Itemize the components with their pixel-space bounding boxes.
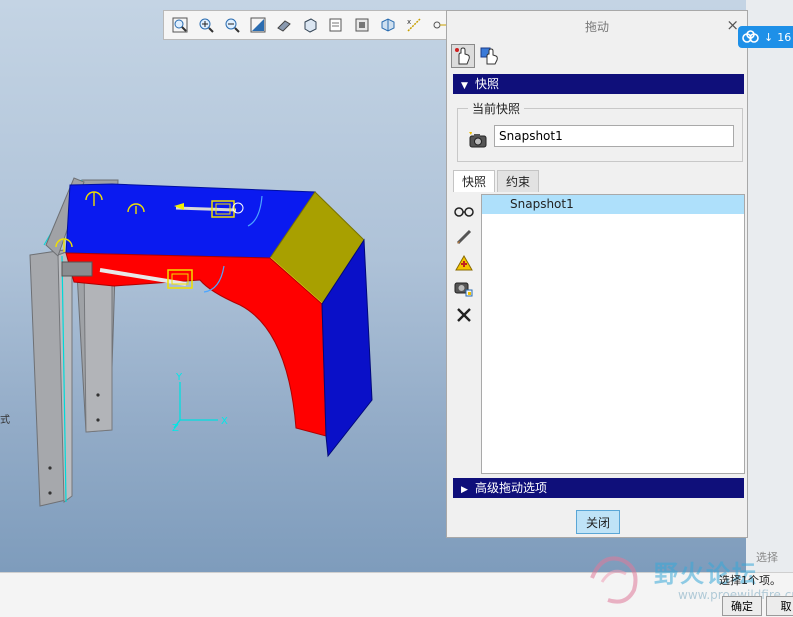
watermark-logo-icon [590, 556, 638, 604]
body-drag-icon[interactable] [477, 44, 501, 68]
status-message: 选择1个项。 [719, 574, 781, 587]
axis-x-label: X [221, 416, 228, 427]
cloud-badge[interactable]: ↓ 16 [738, 26, 793, 48]
dialog-title: 拖动 [584, 20, 609, 34]
cloud-icon [742, 30, 759, 43]
datum-display-icon[interactable]: x [402, 13, 426, 37]
view-toolbar: x [163, 10, 453, 40]
zoom-out-icon[interactable] [220, 13, 244, 37]
svg-text:x: x [407, 18, 411, 26]
snapshot-tools [453, 198, 477, 328]
view-snapshot-icon[interactable] [453, 198, 475, 224]
zoom-in-icon[interactable] [194, 13, 218, 37]
refit-icon[interactable] [168, 13, 192, 37]
snapshots-section-header[interactable]: ▼ 快照 [453, 74, 744, 94]
snapshot-name-input[interactable] [494, 125, 734, 147]
ok-button[interactable]: 确定 [722, 596, 762, 616]
dialog-tabs: 快照 约束 [453, 170, 541, 192]
tab-constraints[interactable]: 约束 [497, 170, 540, 192]
camera-icon[interactable] [453, 276, 475, 302]
badge-arrow-icon: ↓ [764, 30, 774, 44]
axis-z-label: Z [172, 423, 179, 434]
close-button[interactable]: 关闭 [576, 510, 620, 534]
warning-icon[interactable] [453, 250, 475, 276]
edit-snapshot-icon[interactable] [453, 224, 475, 250]
cancel-button[interactable]: 取 [766, 596, 793, 616]
list-item[interactable]: Snapshot1 [482, 195, 744, 214]
saved-orientations-icon[interactable] [298, 13, 322, 37]
coordinate-triad: Y X Z [172, 372, 228, 434]
current-snapshot-group: 当前快照 [457, 100, 743, 162]
viewport-side-label: 式 [0, 415, 10, 426]
repaint-icon[interactable] [246, 13, 270, 37]
perspective-icon[interactable] [376, 13, 400, 37]
take-snapshot-icon[interactable] [468, 131, 488, 152]
display-style-icon[interactable] [272, 13, 296, 37]
layers-icon[interactable] [350, 13, 374, 37]
drag-dialog: 拖动 × ▼快照 当前快照 快照 约束 Snapshot1 ▶高级拖动选项 关闭 [446, 10, 748, 538]
current-snapshot-label: 当前快照 [468, 100, 525, 117]
view-manager-icon[interactable] [324, 13, 348, 37]
point-drag-icon[interactable] [451, 44, 475, 68]
tab-snapshots[interactable]: 快照 [453, 170, 496, 192]
snapshot-list[interactable]: Snapshot1 [481, 194, 745, 474]
selection-filter-label[interactable]: 选择 [756, 549, 778, 565]
badge-count: 16 [777, 30, 792, 44]
delete-icon[interactable] [453, 302, 475, 328]
axis-y-label: Y [175, 372, 183, 383]
advanced-options-section-header[interactable]: ▶ 高级拖动选项 [453, 478, 744, 498]
drag-mode-buttons [451, 44, 501, 68]
